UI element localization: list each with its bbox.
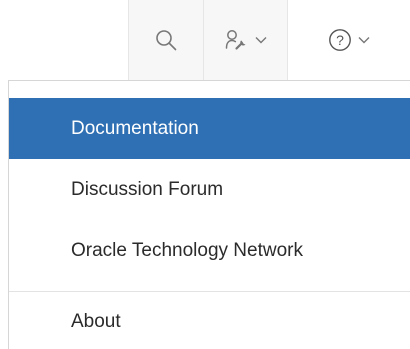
- menu-item-discussion-forum[interactable]: Discussion Forum: [9, 159, 410, 220]
- help-menu-button[interactable]: ?: [288, 0, 410, 80]
- help-icon: ?: [328, 28, 352, 52]
- svg-text:?: ?: [336, 32, 344, 48]
- administration-menu-button[interactable]: [204, 0, 288, 80]
- menu-item-label: Discussion Forum: [71, 178, 224, 200]
- help-menu-screen: ? Documentation Discussion Forum Oracle …: [0, 0, 410, 349]
- menu-item-label: Documentation: [71, 117, 199, 139]
- menu-item-label: Oracle Technology Network: [71, 239, 303, 261]
- chevron-down-icon: [255, 36, 267, 44]
- menu-item-label: About: [71, 310, 121, 332]
- search-icon: [155, 29, 177, 51]
- menu-item-documentation[interactable]: Documentation: [9, 98, 410, 159]
- menu-item-about[interactable]: About: [9, 291, 410, 349]
- search-button[interactable]: [128, 0, 204, 80]
- chevron-down-icon: [358, 36, 370, 44]
- header-toolbar: ?: [0, 0, 410, 80]
- menu-item-oracle-technology-network[interactable]: Oracle Technology Network: [9, 220, 410, 281]
- help-dropdown-menu: Documentation Discussion Forum Oracle Te…: [8, 80, 410, 349]
- admin-wrench-icon: [225, 29, 249, 51]
